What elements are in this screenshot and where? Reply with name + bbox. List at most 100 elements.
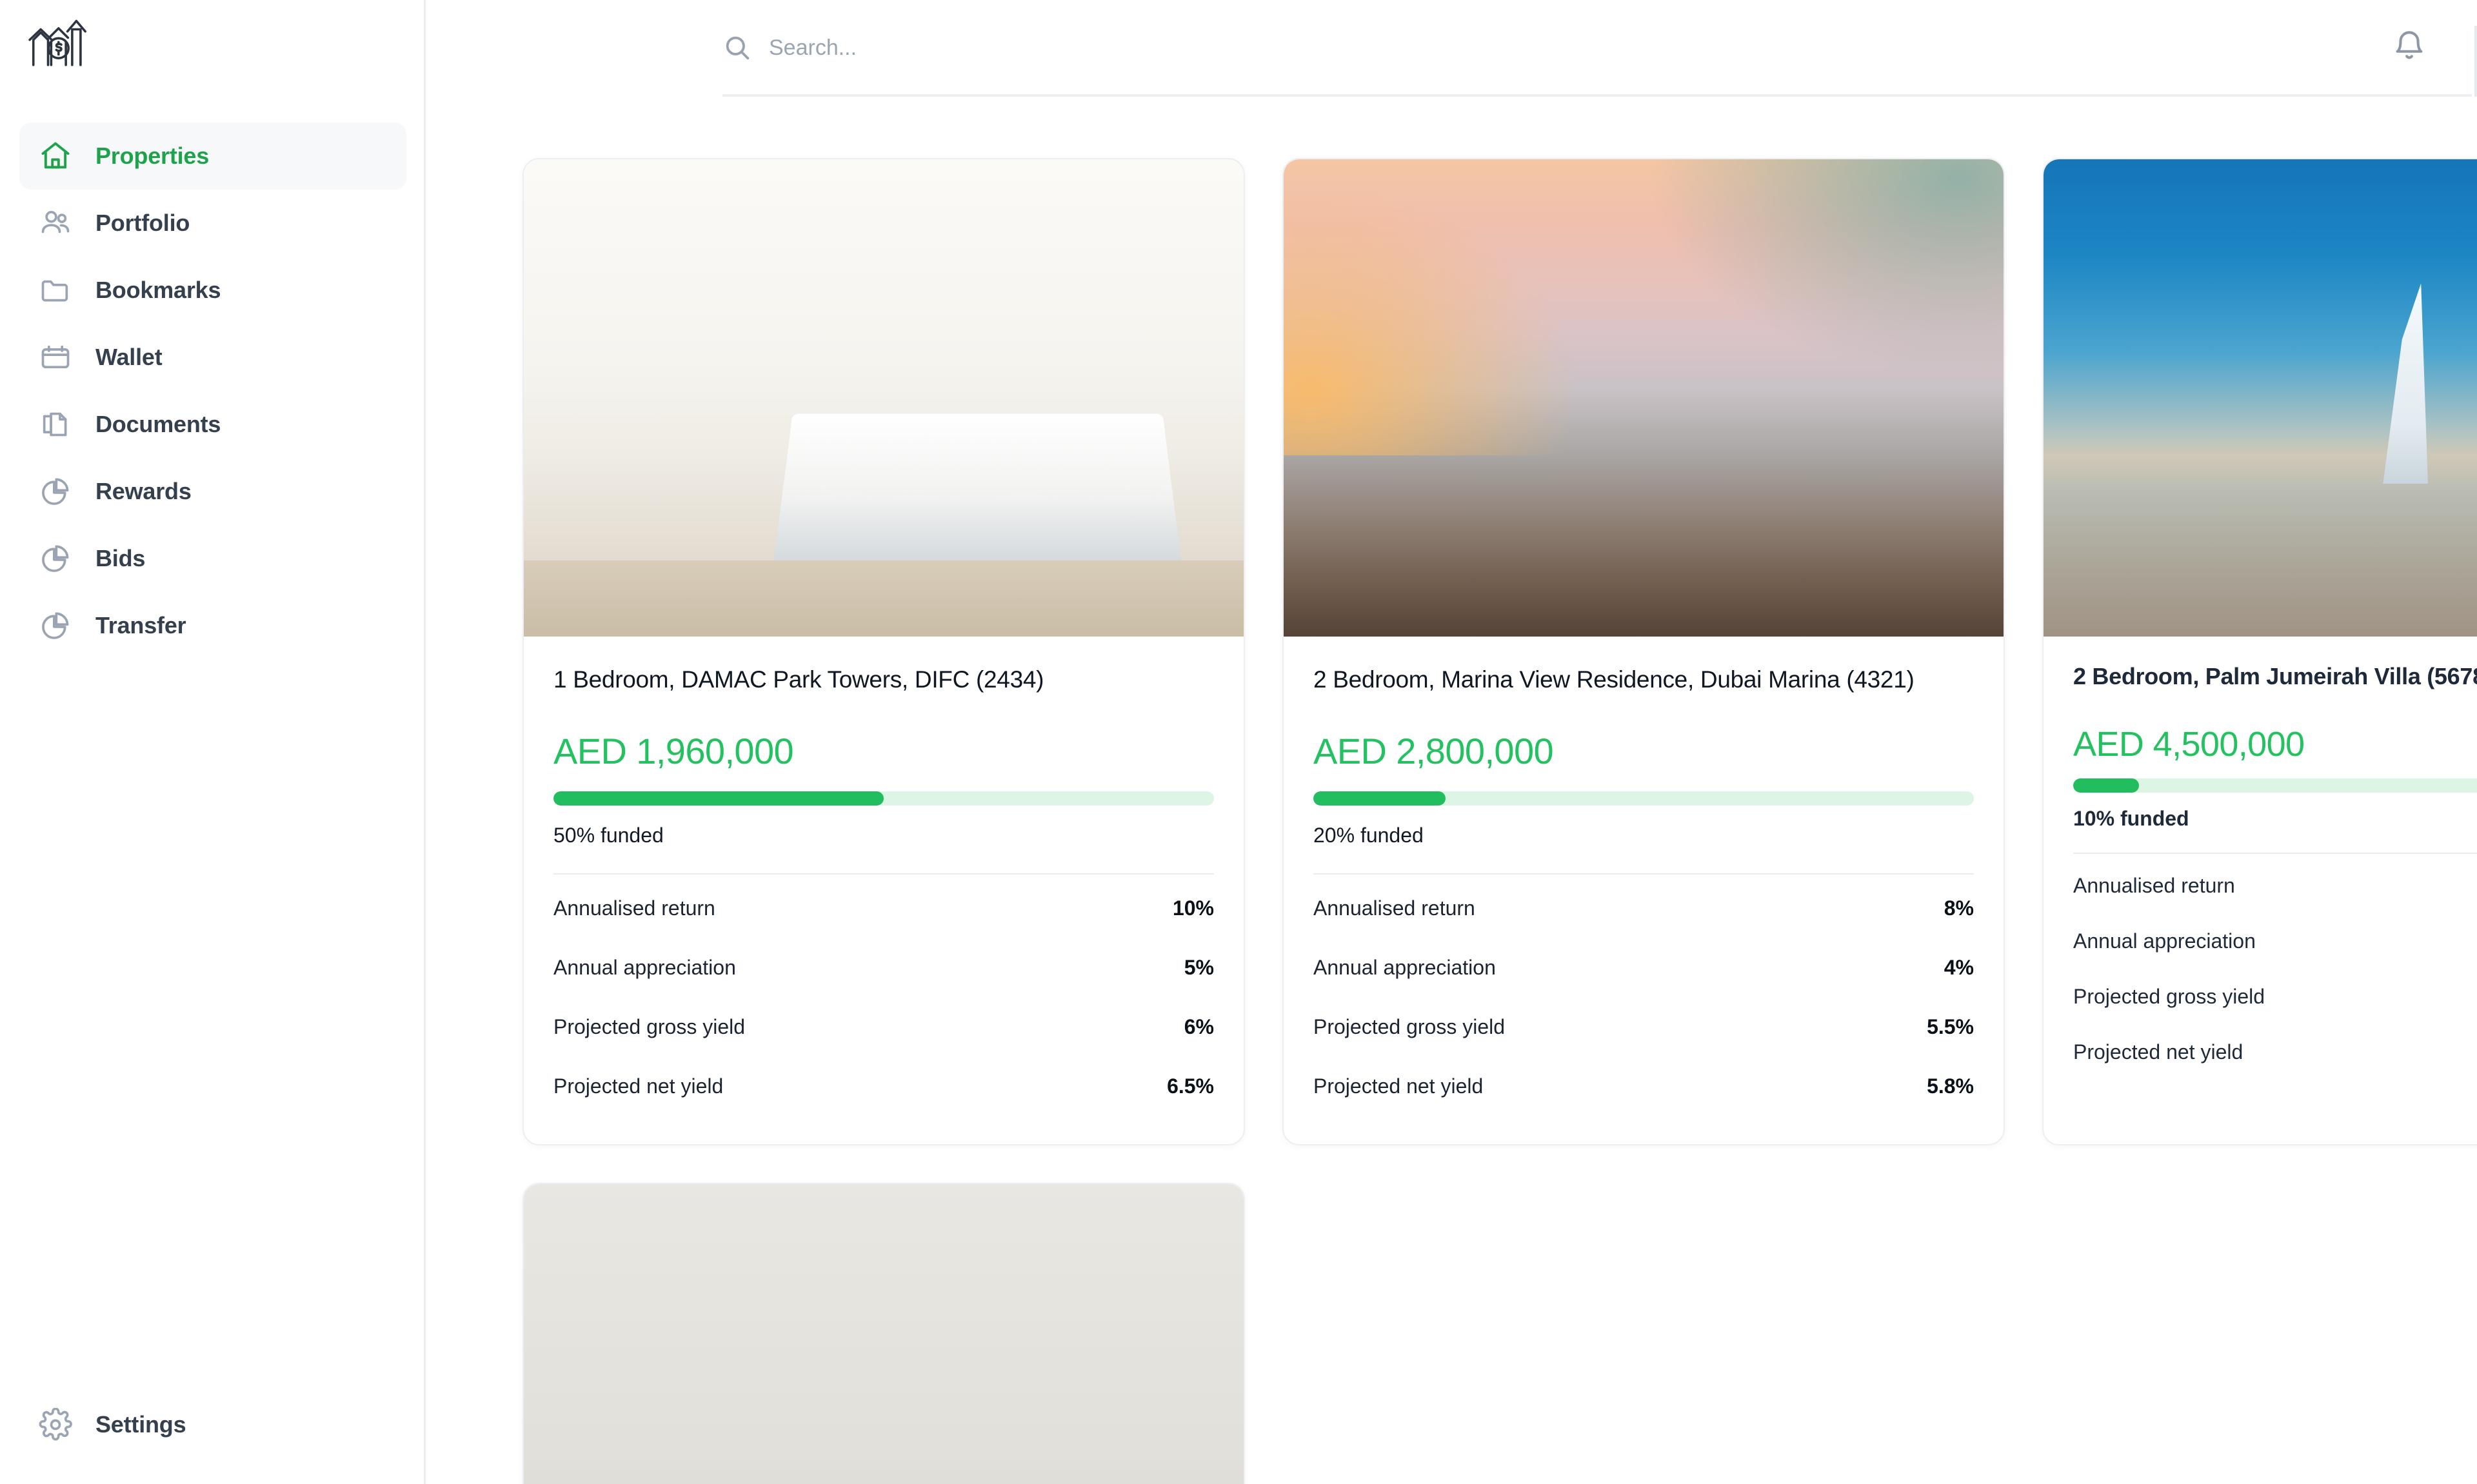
- bell-icon: [2392, 28, 2427, 66]
- metric-row: Annualised return: [2073, 858, 2477, 913]
- sidebar-item-wallet[interactable]: Wallet: [19, 324, 406, 391]
- funded-label: 10% funded: [2073, 807, 2189, 830]
- funding-progress-bar: [1313, 791, 1974, 806]
- property-photo: [524, 1184, 1244, 1484]
- metric-row: Projected gross yield 5.5%: [1313, 997, 1974, 1056]
- sidebar-item-label: Rewards: [95, 478, 192, 504]
- metric-label: Annualised return: [1313, 896, 1475, 920]
- pie-chart-icon: [37, 540, 74, 577]
- sidebar-item-transfer[interactable]: Transfer: [19, 592, 406, 659]
- sidebar-item-properties[interactable]: Properties: [19, 123, 406, 190]
- property-metrics: Annualised return Annual appreciation Pr…: [2073, 858, 2477, 1080]
- metric-label: Projected gross yield: [2073, 984, 2265, 1008]
- property-photo: [2044, 159, 2477, 637]
- metric-row: Annual appreciation 5%: [553, 938, 1214, 997]
- funding-progress-bar: [2073, 778, 2477, 793]
- metric-label: Annualised return: [2073, 873, 2235, 897]
- metric-row: Projected net yield 5.8%: [1313, 1056, 1974, 1116]
- card-divider: [2073, 853, 2477, 854]
- folder-icon: [37, 272, 74, 308]
- funded-label: 50% funded: [553, 824, 664, 847]
- sidebar-item-label: Documents: [95, 411, 221, 437]
- gear-icon: [37, 1407, 74, 1443]
- metric-label: Projected gross yield: [1313, 1014, 1506, 1038]
- topbar: [426, 0, 2477, 97]
- property-photo: [1284, 159, 2004, 637]
- wallet-icon: [37, 339, 74, 375]
- metric-row: Projected gross yield 6%: [553, 997, 1214, 1056]
- property-card[interactable]: [522, 1183, 1245, 1484]
- property-price: AED 4,500,000: [2073, 725, 2305, 764]
- search-input[interactable]: [769, 35, 2317, 61]
- documents-icon: [37, 406, 74, 442]
- metric-label: Projected net yield: [553, 1074, 724, 1098]
- metric-value: 10%: [1172, 896, 1214, 920]
- property-price: AED 1,960,000: [553, 731, 794, 771]
- home-icon: [37, 138, 74, 174]
- card-divider: [553, 873, 1214, 875]
- property-card[interactable]: 2 Bedroom, Marina View Residence, Dubai …: [1282, 158, 2005, 1145]
- pie-chart-icon: [37, 473, 74, 510]
- metric-label: Annual appreciation: [1313, 955, 1496, 979]
- metric-label: Projected net yield: [2073, 1040, 2243, 1064]
- property-title: 2 Bedroom, Marina View Residence, Dubai …: [1313, 666, 1915, 693]
- sidebar-nav: Properties Portfolio Bookmarks Wallet Do…: [0, 123, 426, 659]
- metric-row: Annual appreciation 4%: [1313, 938, 1974, 997]
- metric-label: Annual appreciation: [553, 955, 736, 979]
- app-root: Properties Portfolio Bookmarks Wallet Do…: [0, 0, 2477, 1484]
- search-bar[interactable]: [722, 25, 2335, 71]
- property-title: 2 Bedroom, Palm Jumeirah Villa (5678): [2073, 663, 2477, 689]
- search-icon: [722, 33, 752, 63]
- funding-progress-fill: [1313, 791, 1446, 806]
- metric-label: Projected gross yield: [553, 1014, 746, 1038]
- sidebar-item-label: Settings: [95, 1411, 186, 1438]
- metric-label: Annual appreciation: [2073, 929, 2256, 953]
- pie-chart-icon: [37, 608, 74, 644]
- card-divider: [1313, 873, 1974, 875]
- sidebar-item-bookmarks[interactable]: Bookmarks: [19, 257, 406, 324]
- metric-value: 4%: [1944, 955, 1974, 979]
- metric-label: Annualised return: [553, 896, 715, 920]
- topbar-divider: [722, 94, 2472, 97]
- users-icon: [37, 205, 74, 241]
- property-metrics: Annualised return 8% Annual appreciation…: [1313, 878, 1974, 1116]
- sidebar-item-rewards[interactable]: Rewards: [19, 458, 406, 525]
- sidebar-item-documents[interactable]: Documents: [19, 391, 406, 458]
- notifications-button[interactable]: [2387, 25, 2432, 70]
- sidebar-item-label: Wallet: [95, 344, 163, 370]
- funding-progress-fill: [553, 791, 884, 806]
- property-photo: [524, 159, 1244, 637]
- metric-value: 6.5%: [1167, 1074, 1214, 1098]
- topbar-right-divider: [2474, 26, 2477, 97]
- metric-row: Annualised return 8%: [1313, 878, 1974, 938]
- sidebar-item-label: Transfer: [95, 612, 186, 638]
- property-card[interactable]: 1 Bedroom, DAMAC Park Towers, DIFC (2434…: [522, 158, 1245, 1145]
- metric-value: 5%: [1184, 955, 1214, 979]
- metric-row: Annualised return 10%: [553, 878, 1214, 938]
- property-metrics: Annualised return 10% Annual appreciatio…: [553, 878, 1214, 1116]
- app-logo[interactable]: [27, 14, 98, 70]
- sidebar-item-portfolio[interactable]: Portfolio: [19, 190, 406, 257]
- sidebar-item-settings[interactable]: Settings: [19, 1399, 186, 1450]
- metric-row: Projected gross yield: [2073, 969, 2477, 1024]
- funding-progress-bar: [553, 791, 1214, 806]
- metric-row: Annual appreciation: [2073, 913, 2477, 969]
- main-content: 1 Bedroom, DAMAC Park Towers, DIFC (2434…: [426, 0, 2477, 1484]
- sidebar-item-label: Properties: [95, 143, 210, 169]
- metric-value: 6%: [1184, 1014, 1214, 1038]
- metric-label: Projected net yield: [1313, 1074, 1484, 1098]
- metric-value: 5.5%: [1927, 1014, 1974, 1038]
- sidebar-item-label: Portfolio: [95, 210, 190, 236]
- property-title: 1 Bedroom, DAMAC Park Towers, DIFC (2434…: [553, 666, 1044, 693]
- sidebar: Properties Portfolio Bookmarks Wallet Do…: [0, 0, 426, 1484]
- metric-row: Projected net yield 6.5%: [553, 1056, 1214, 1116]
- metric-value: 8%: [1944, 896, 1974, 920]
- property-card[interactable]: 2 Bedroom, Palm Jumeirah Villa (5678) AE…: [2042, 158, 2477, 1145]
- funded-label: 20% funded: [1313, 824, 1424, 847]
- metric-value: 5.8%: [1927, 1074, 1974, 1098]
- sidebar-item-label: Bookmarks: [95, 277, 221, 303]
- sidebar-item-bids[interactable]: Bids: [19, 525, 406, 592]
- metric-row: Projected net yield: [2073, 1024, 2477, 1080]
- property-price: AED 2,800,000: [1313, 731, 1554, 771]
- sidebar-item-label: Bids: [95, 545, 146, 571]
